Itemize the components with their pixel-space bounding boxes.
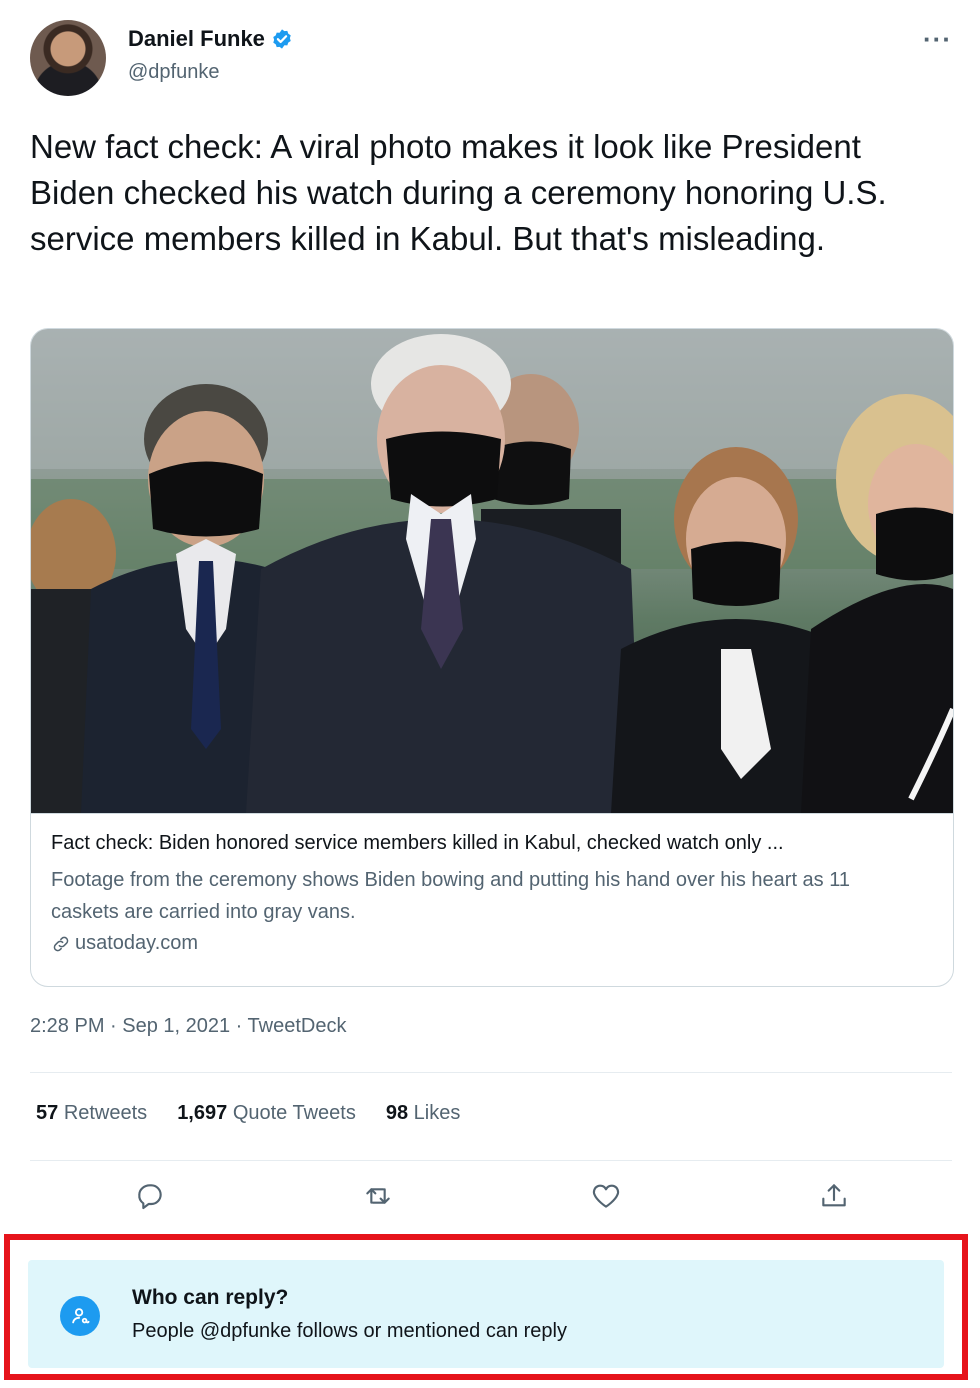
author-handle[interactable]: @dpfunke (128, 61, 219, 84)
retweets-label: Retweets (63, 1102, 148, 1124)
divider (30, 1160, 952, 1161)
quote-tweets-label: Quote Tweets (232, 1102, 356, 1124)
likes-count: 98 (385, 1102, 409, 1124)
tweet-actions (0, 1176, 980, 1222)
link-icon (51, 934, 71, 954)
who-can-reply-highlight: Who can reply? People @dpfunke follows o… (4, 1234, 968, 1380)
verified-badge-icon (271, 28, 293, 50)
link-card[interactable]: Fact check: Biden honored service member… (30, 328, 954, 987)
card-image[interactable] (31, 329, 953, 813)
avatar[interactable] (30, 20, 106, 96)
quote-tweets-count: 1,697 (177, 1102, 228, 1124)
who-can-reply-subtitle: People @dpfunke follows or mentioned can… (132, 1320, 567, 1342)
more-options-icon[interactable]: ··· (923, 24, 952, 55)
tweet-timestamp[interactable]: 2:28 PM · Sep 1, 2021 · TweetDeck (30, 1015, 346, 1038)
tweet-stats: 57 Retweets 1,697 Quote Tweets 98 Likes (36, 1102, 460, 1125)
who-can-reply-title: Who can reply? (132, 1286, 289, 1309)
author-name-row[interactable]: Daniel Funke (128, 26, 293, 52)
retweets-count: 57 (36, 1102, 59, 1124)
retweets-stat[interactable]: 57 Retweets (36, 1102, 147, 1125)
quote-tweets-stat[interactable]: 1,697 Quote Tweets (177, 1102, 356, 1125)
who-can-reply-banner: Who can reply? People @dpfunke follows o… (28, 1260, 944, 1368)
divider (30, 1072, 952, 1073)
reply-icon[interactable] (130, 1176, 170, 1216)
heart-icon[interactable] (586, 1176, 626, 1216)
mention-user-icon (60, 1296, 100, 1336)
likes-label: Likes (413, 1102, 461, 1124)
tweet-text: New fact check: A viral photo makes it l… (30, 128, 887, 257)
card-description: Footage from the ceremony shows Biden bo… (51, 869, 850, 923)
display-name[interactable]: Daniel Funke (128, 26, 265, 52)
retweet-icon[interactable] (358, 1176, 398, 1216)
card-domain[interactable]: usatoday.com (51, 932, 198, 955)
card-domain-text[interactable]: usatoday.com (75, 932, 198, 955)
share-icon[interactable] (814, 1176, 854, 1216)
card-title[interactable]: Fact check: Biden honored service member… (51, 832, 931, 855)
card-meta[interactable]: Fact check: Biden honored service member… (31, 813, 953, 986)
likes-stat[interactable]: 98 Likes (386, 1102, 461, 1125)
tweet: Daniel Funke @dpfunke ··· New fact check… (0, 0, 980, 1388)
